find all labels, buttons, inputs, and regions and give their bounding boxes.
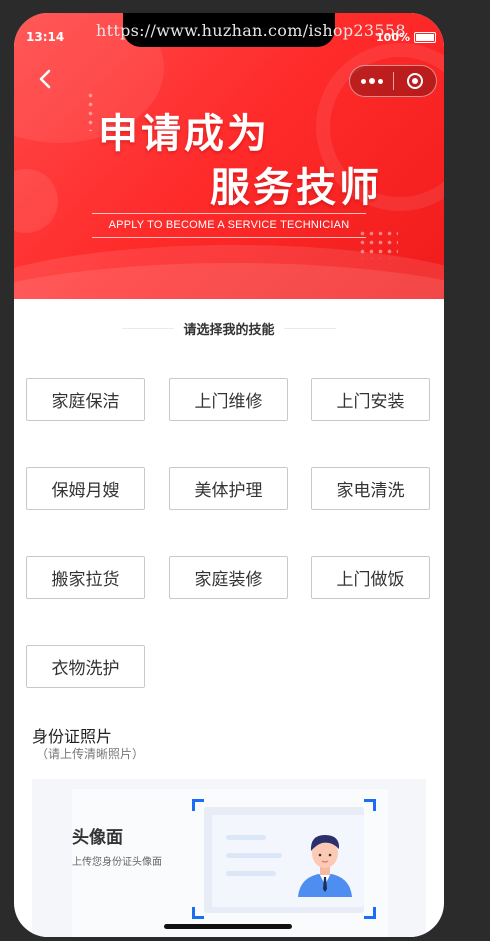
id-card-illustration: [192, 799, 376, 919]
battery-icon: [414, 32, 436, 43]
divider: [92, 237, 366, 238]
scan-corner-icon: [364, 799, 376, 811]
skill-option[interactable]: 搬家拉货: [26, 556, 145, 599]
skill-option[interactable]: 上门安装: [311, 378, 430, 421]
watermark-url: https://www.huzhan.com/ishop23558: [96, 21, 406, 40]
more-dots-icon: [360, 78, 366, 84]
phone-screen: https://www.huzhan.com/ishop23558 申请成为 服…: [14, 13, 444, 937]
banner-title-line2: 服务技师: [210, 165, 382, 211]
chevron-left-icon: [39, 69, 51, 89]
avatar-person-icon: [298, 835, 352, 897]
banner-title-line1: 申请成为: [98, 111, 270, 157]
upload-label: 头像面: [72, 828, 123, 848]
skill-option[interactable]: 美体护理: [169, 467, 288, 510]
divider: [284, 328, 336, 329]
skills-section-header: 请选择我的技能: [14, 317, 444, 338]
skill-option[interactable]: 保姆月嫂: [26, 467, 145, 510]
status-time: 13:14: [26, 30, 65, 44]
mini-program-capsule: [349, 65, 437, 97]
home-indicator: [164, 924, 292, 929]
scan-corner-icon: [192, 799, 204, 811]
skill-option[interactable]: 衣物洗护: [26, 645, 145, 688]
target-close-icon: [407, 73, 423, 89]
header-banner: 申请成为 服务技师 APPLY TO BECOME A SERVICE TECH…: [14, 13, 444, 299]
upload-hint: 上传您身份证头像面: [72, 857, 162, 868]
id-photo-title: 身份证照片: [32, 727, 113, 746]
skill-option[interactable]: 上门做饭: [311, 556, 430, 599]
skill-option[interactable]: 家电清洗: [311, 467, 430, 510]
skill-option[interactable]: 上门维修: [169, 378, 288, 421]
scan-corner-icon: [364, 907, 376, 919]
skills-section-title: 请选择我的技能: [183, 323, 275, 338]
id-photo-subtitle: （请上传清晰照片）: [36, 747, 145, 761]
more-button[interactable]: [350, 78, 393, 84]
id-front-upload[interactable]: 头像面 上传您身份证头像面: [32, 779, 426, 937]
close-button[interactable]: [394, 73, 436, 89]
skill-option[interactable]: 家庭装修: [169, 556, 288, 599]
scan-corner-icon: [192, 907, 204, 919]
banner-subtitle: APPLY TO BECOME A SERVICE TECHNICIAN: [108, 219, 350, 231]
skill-option[interactable]: 家庭保洁: [26, 378, 145, 421]
divider: [92, 213, 366, 214]
back-button[interactable]: [32, 65, 60, 93]
